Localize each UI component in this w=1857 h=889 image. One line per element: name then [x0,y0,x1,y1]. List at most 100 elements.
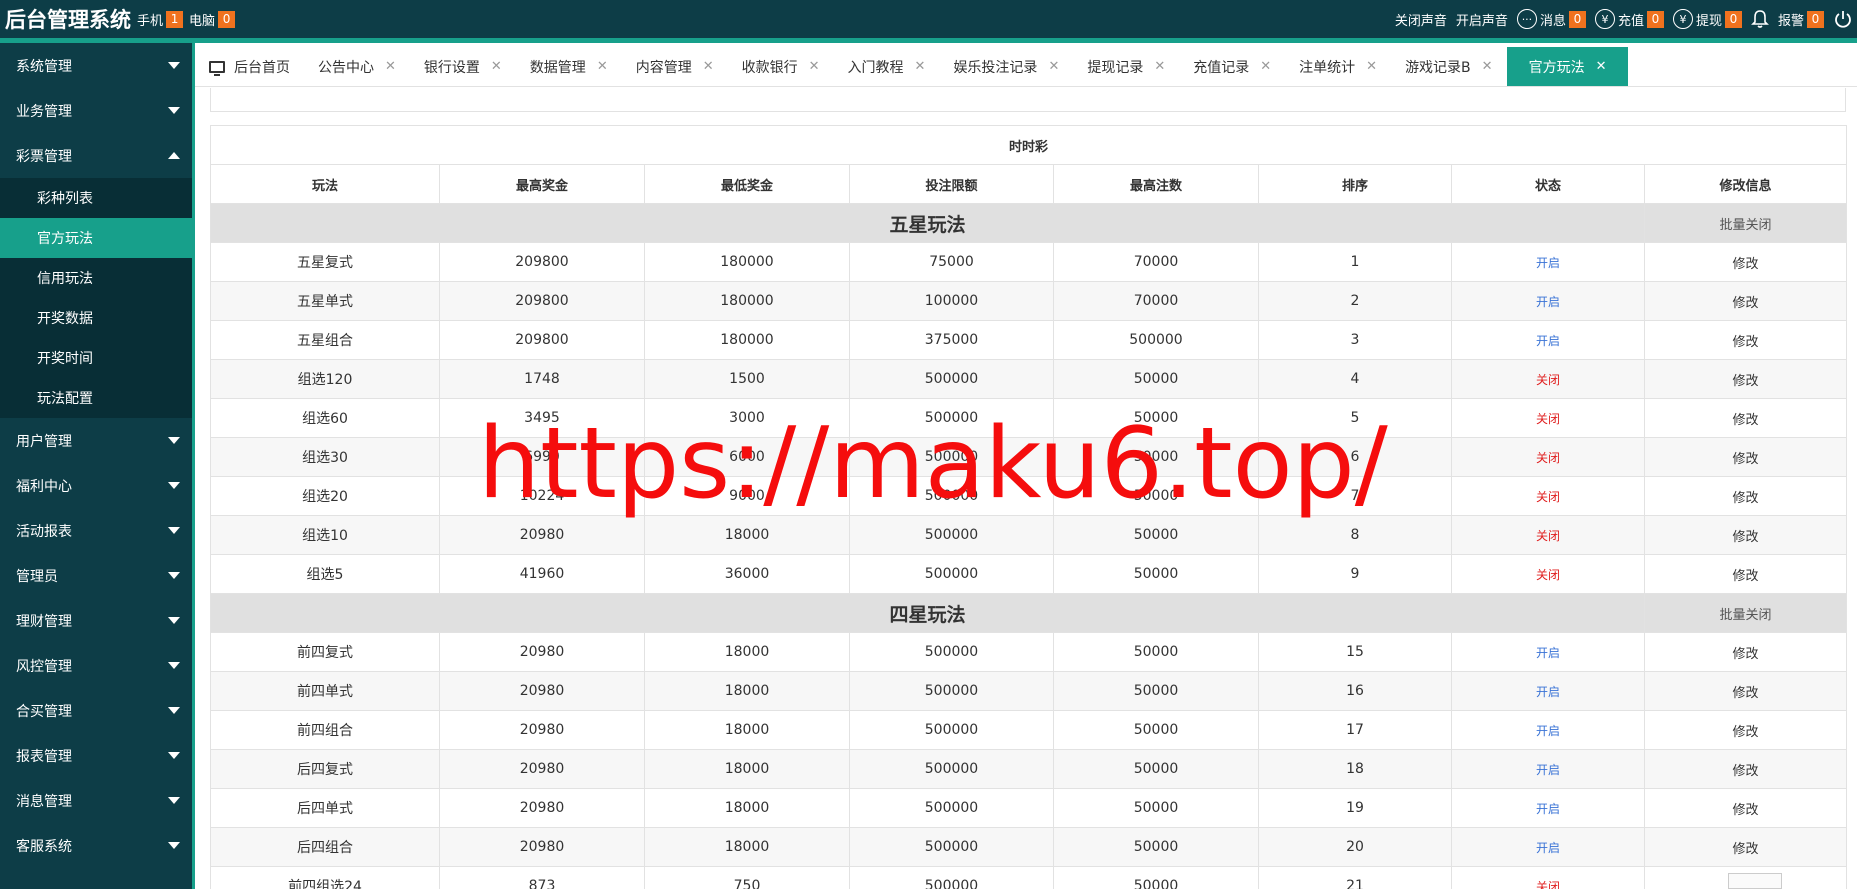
bell-icon[interactable] [1751,9,1769,29]
sidebar-menu-bottom-9[interactable]: 客服系统 [0,823,192,868]
close-icon[interactable]: ✕ [915,59,926,74]
close-icon[interactable]: ✕ [1048,59,1059,74]
status-toggle[interactable]: 关闭 [1536,568,1560,582]
status-toggle[interactable]: 开启 [1536,802,1560,816]
status-toggle[interactable]: 关闭 [1536,412,1560,426]
sound-off-button[interactable]: 关闭声音 [1395,10,1447,29]
status-toggle[interactable]: 关闭 [1536,451,1560,465]
sidebar-menu-bottom-0[interactable]: 用户管理 [0,418,192,463]
edit-button[interactable]: 修改 [1733,647,1759,662]
table-cell: 五星复式 [210,242,440,282]
yen-icon: ¥ [1594,9,1615,29]
sidebar-menu-bottom-4[interactable]: 理财管理 [0,598,192,643]
sidebar-subitem-4[interactable]: 开奖时间 [0,338,192,378]
status-cell: 关闭 [1451,554,1645,594]
edit-button[interactable]: 修改 [1733,569,1759,584]
sidebar-menu-label: 福利中心 [16,478,72,495]
tab-8[interactable]: 提现记录 ✕ [1073,47,1179,86]
sidebar-menu-label: 用户管理 [16,433,72,450]
sound-on-button[interactable]: 开启声音 [1456,10,1508,29]
tab-1[interactable]: 公告中心 ✕ [304,47,410,86]
edit-button[interactable]: 修改 [1733,374,1759,389]
sidebar-subitem-1[interactable]: 官方玩法 [0,218,192,258]
status-toggle[interactable]: 开启 [1536,646,1560,660]
tab-9[interactable]: 充值记录 ✕ [1179,47,1285,86]
tab-12[interactable]: 官方玩法 ✕ [1506,47,1629,86]
status-toggle[interactable]: 开启 [1536,256,1560,270]
close-icon[interactable]: ✕ [597,59,608,74]
withdraw-button[interactable]: ¥ 提现 0 [1672,9,1742,29]
table-cell: 6 [1258,437,1452,477]
batch-close-button[interactable]: 批量关闭 [1643,593,1848,633]
status-toggle[interactable]: 关闭 [1536,490,1560,504]
tab-11[interactable]: 游戏记录B ✕ [1391,47,1507,86]
status-toggle[interactable]: 关闭 [1536,880,1560,889]
status-toggle[interactable]: 开启 [1536,334,1560,348]
table-cell: 50000 [1053,710,1259,750]
tab-0[interactable]: 后台首页 [195,47,304,86]
chevron-down-icon [168,842,180,849]
tab-6[interactable]: 入门教程 ✕ [834,47,940,86]
sidebar-menu-bottom-3[interactable]: 管理员 [0,553,192,598]
table-cell: 1500 [644,359,850,399]
edit-button[interactable]: 修改 [1733,452,1759,467]
edit-button[interactable]: 修改 [1733,257,1759,272]
tab-3[interactable]: 数据管理 ✕ [516,47,622,86]
tab-7[interactable]: 娱乐投注记录 ✕ [939,47,1073,86]
sidebar-menu-bottom-6[interactable]: 合买管理 [0,688,192,733]
edit-button[interactable]: 修改 [1733,335,1759,350]
status-toggle[interactable]: 开启 [1536,724,1560,738]
sidebar-menu-top-0[interactable]: 系统管理 [0,43,192,88]
edit-button[interactable]: 修改 [1733,725,1759,740]
alarm-button[interactable]: 报警 0 [1778,10,1824,29]
edit-button[interactable]: 修改 [1733,530,1759,545]
table-cell: 15 [1258,632,1452,672]
sidebar-menu-bottom-8[interactable]: 消息管理 [0,778,192,823]
tab-5[interactable]: 收款银行 ✕ [728,47,834,86]
sidebar-menu-bottom-7[interactable]: 报表管理 [0,733,192,778]
close-icon[interactable]: ✕ [385,59,396,74]
status-toggle[interactable]: 开启 [1536,685,1560,699]
edit-button[interactable]: 修改 [1733,842,1759,857]
edit-button[interactable]: 修改 [1733,413,1759,428]
close-icon[interactable]: ✕ [1154,59,1165,74]
sidebar-menu-bottom-5[interactable]: 风控管理 [0,643,192,688]
power-icon[interactable] [1833,9,1853,29]
status-toggle[interactable]: 关闭 [1536,373,1560,387]
table-cell: 50000 [1053,788,1259,828]
status-toggle[interactable]: 开启 [1536,295,1560,309]
sidebar-menu-label: 业务管理 [16,103,72,120]
status-toggle[interactable]: 关闭 [1536,529,1560,543]
close-icon[interactable]: ✕ [1482,59,1493,74]
edit-button[interactable]: 修改 [1733,491,1759,506]
recharge-button[interactable]: ¥ 充值 0 [1594,9,1664,29]
sidebar-menu-bottom-1[interactable]: 福利中心 [0,463,192,508]
sidebar-menu-top-1[interactable]: 业务管理 [0,88,192,133]
tab-4[interactable]: 内容管理 ✕ [622,47,728,86]
close-icon[interactable]: ✕ [1260,59,1271,74]
table-cell: 前四复式 [210,632,440,672]
messages-button[interactable]: ··· 消息 0 [1516,9,1586,29]
edit-button[interactable]: 修改 [1733,686,1759,701]
sidebar-subitem-5[interactable]: 玩法配置 [0,378,192,418]
close-icon[interactable]: ✕ [809,59,820,74]
status-toggle[interactable]: 开启 [1536,841,1560,855]
sidebar-subitem-2[interactable]: 信用玩法 [0,258,192,298]
batch-close-button[interactable]: 批量关闭 [1643,203,1848,243]
sidebar-subitem-3[interactable]: 开奖数据 [0,298,192,338]
sidebar-menu-bottom-2[interactable]: 活动报表 [0,508,192,553]
edit-button[interactable]: 修改 [1733,764,1759,779]
edit-button[interactable]: 修改 [1733,296,1759,311]
close-icon[interactable]: ✕ [491,59,502,74]
floating-widget[interactable] [1728,873,1782,889]
close-icon[interactable]: ✕ [1596,59,1607,74]
sidebar-menu-lottery-0[interactable]: 彩票管理 [0,133,192,178]
edit-button[interactable]: 修改 [1733,803,1759,818]
close-icon[interactable]: ✕ [1366,59,1377,74]
status-toggle[interactable]: 开启 [1536,763,1560,777]
sidebar-subitem-0[interactable]: 彩种列表 [0,178,192,218]
table-cell: 50000 [1053,827,1259,867]
close-icon[interactable]: ✕ [703,59,714,74]
tab-2[interactable]: 银行设置 ✕ [410,47,516,86]
tab-10[interactable]: 注单统计 ✕ [1285,47,1391,86]
